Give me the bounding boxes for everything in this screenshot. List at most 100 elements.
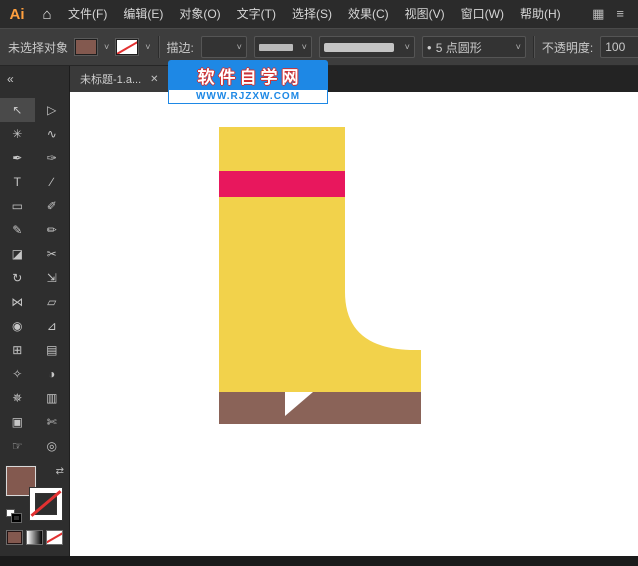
shaper-tool[interactable]: ✏ [35, 218, 70, 242]
tool-icon: ↖ [12, 103, 22, 117]
paintbrush-tool[interactable]: ✐ [35, 194, 70, 218]
menu-type[interactable]: 文字(T) [229, 0, 284, 28]
swap-fill-stroke-icon[interactable]: ⇄ [56, 466, 64, 477]
tool-icon: ✎ [12, 223, 22, 237]
opacity-input[interactable]: 100 [600, 36, 638, 58]
tool-icon: ↻ [12, 271, 22, 285]
menu-edit[interactable]: 编辑(E) [115, 0, 171, 28]
chevron-down-icon: ˅ [237, 43, 242, 52]
menu-object[interactable]: 对象(O) [171, 0, 228, 28]
tool-icon: ✳ [12, 127, 22, 141]
menu-window[interactable]: 窗口(W) [453, 0, 512, 28]
stroke-weight-select[interactable]: ˅ [201, 36, 247, 58]
pencil-tool[interactable]: ✎ [0, 218, 35, 242]
chevron-down-icon[interactable]: ˅ [104, 43, 109, 52]
eyedropper-tool[interactable]: ✧ [0, 362, 35, 386]
slice-tool[interactable]: ✄ [35, 410, 70, 434]
menu-bar: Ai ⌂ 文件(F) 编辑(E) 对象(O) 文字(T) 选择(S) 效果(C)… [0, 0, 638, 28]
tool-icon: ✧ [12, 367, 22, 381]
type-tool[interactable]: T [0, 170, 35, 194]
column-graph-tool[interactable]: ▥ [35, 386, 70, 410]
illustrator-window: Ai ⌂ 文件(F) 编辑(E) 对象(O) 文字(T) 选择(S) 效果(C)… [0, 0, 638, 566]
tool-icon: ⊿ [47, 319, 57, 333]
opacity-value: 100 [605, 40, 625, 54]
free-transform-tool[interactable]: ▱ [35, 290, 70, 314]
stroke-color-box[interactable] [30, 488, 62, 520]
brush-definition-select[interactable]: ˅ [319, 36, 415, 58]
collapse-panel-icon[interactable]: « [7, 72, 14, 86]
tools-panel: ↖ ▷ ✳ ∿ ✒ ✑ [0, 92, 70, 556]
mesh-tool[interactable]: ⊞ [0, 338, 35, 362]
gradient-button[interactable] [26, 530, 43, 545]
pen-tool[interactable]: ✒ [0, 146, 35, 170]
tool-icon: ✐ [47, 199, 57, 213]
scale-tool[interactable]: ⇲ [35, 266, 70, 290]
none-button[interactable] [46, 530, 63, 545]
blend-tool[interactable]: ◑ [35, 362, 70, 386]
selection-tool[interactable]: ↖ [0, 98, 35, 122]
tools-panel-header: « [0, 66, 70, 92]
eraser-tool[interactable]: ◪ [0, 242, 35, 266]
rotate-tool[interactable]: ↻ [0, 266, 35, 290]
direct-selection-tool[interactable]: ▷ [35, 98, 70, 122]
perspective-grid-tool[interactable]: ⊿ [35, 314, 70, 338]
status-strip [0, 556, 638, 566]
document-tab[interactable]: 未标题-1.a... ✕ [70, 66, 170, 92]
artboard-tool[interactable]: ▣ [0, 410, 35, 434]
tool-icon: ⋈ [11, 295, 23, 309]
tool-icon: ∿ [47, 127, 57, 141]
stroke-color-swatch[interactable] [116, 39, 138, 55]
shape-builder-tool[interactable]: ◉ [0, 314, 35, 338]
fill-stroke-indicator: ⇄ [6, 466, 64, 524]
workspace-switcher-icon[interactable]: ▦ [592, 6, 604, 22]
hand-tool[interactable]: ☞ [0, 434, 35, 458]
width-profile-select[interactable]: ˅ [254, 36, 312, 58]
boot-stripe-shape[interactable] [219, 171, 345, 197]
symbol-sprayer-tool[interactable]: ✵ [0, 386, 35, 410]
zoom-tool[interactable]: ◎ [35, 434, 70, 458]
brush-stroke-preview [324, 43, 394, 52]
boot-sole-shape[interactable] [219, 392, 421, 424]
scissors-tool[interactable]: ✂ [35, 242, 70, 266]
boot-illustration [70, 92, 638, 556]
tool-icon: ▣ [12, 415, 23, 429]
gradient-tool[interactable]: ▤ [35, 338, 70, 362]
boot-body-shape[interactable] [219, 127, 421, 392]
menu-file[interactable]: 文件(F) [60, 0, 115, 28]
close-icon[interactable]: ✕ [150, 74, 158, 85]
fill-color-swatch[interactable] [75, 39, 97, 55]
divider [533, 36, 535, 58]
line-segment-tool[interactable]: ∕ [35, 170, 70, 194]
menu-effect[interactable]: 效果(C) [340, 0, 397, 28]
home-icon[interactable]: ⌂ [34, 6, 60, 23]
tool-icon: ☞ [12, 439, 23, 453]
default-fill-stroke-icon[interactable] [6, 509, 21, 522]
lasso-tool[interactable]: ∿ [35, 122, 70, 146]
watermark-title: 软件自学网 [168, 60, 328, 90]
chevron-down-icon: ˅ [302, 43, 307, 52]
curvature-tool[interactable]: ✑ [35, 146, 70, 170]
menu-view[interactable]: 视图(V) [397, 0, 453, 28]
tool-icon: ✑ [47, 151, 57, 165]
width-tool[interactable]: ⋈ [0, 290, 35, 314]
tool-icon: ✵ [12, 391, 22, 405]
chevron-down-icon[interactable]: ˅ [145, 43, 150, 52]
magic-wand-tool[interactable]: ✳ [0, 122, 35, 146]
tool-icon: ▱ [47, 295, 56, 309]
tool-icon: ✏ [47, 223, 57, 237]
illustrator-logo[interactable]: Ai [0, 6, 34, 23]
width-profile-preview [259, 44, 293, 51]
artboard-canvas[interactable] [70, 92, 638, 556]
document-tab-title: 未标题-1.a... [80, 71, 141, 87]
menubar-right-icons: ▦ ≡ [592, 6, 638, 22]
menu-select[interactable]: 选择(S) [284, 0, 340, 28]
menu-help[interactable]: 帮助(H) [512, 0, 569, 28]
rectangle-tool[interactable]: ▭ [0, 194, 35, 218]
brush-name-select[interactable]: ● 5 点圆形 ˅ [422, 36, 526, 58]
tool-icon: ▥ [46, 391, 57, 405]
arrange-documents-icon[interactable]: ≡ [616, 6, 624, 22]
tool-icon: ▷ [47, 103, 56, 117]
divider [158, 36, 160, 58]
tool-icon: ⊞ [12, 343, 22, 357]
color-button[interactable] [6, 530, 23, 545]
